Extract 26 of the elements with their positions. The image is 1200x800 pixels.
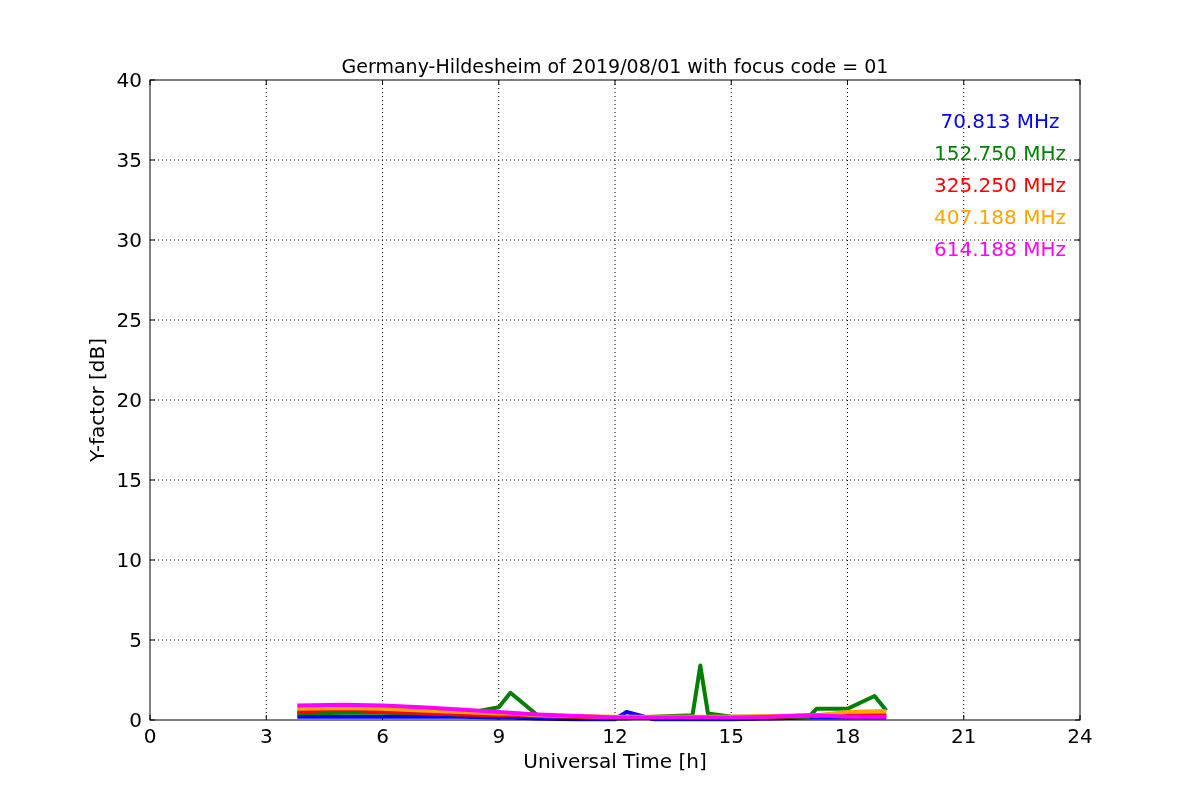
y-tick-label: 10 (116, 548, 142, 572)
x-axis-label: Universal Time [h] (523, 749, 707, 773)
x-tick-label: 0 (143, 724, 157, 748)
legend-label: 152.750 MHz (934, 141, 1066, 165)
legend-label: 407.188 MHz (934, 205, 1066, 229)
y-tick-label: 15 (116, 468, 142, 492)
chart-title: Germany-Hildesheim of 2019/08/01 with focus code = 01 (341, 55, 889, 77)
legend-label: 614.188 MHz (934, 237, 1066, 261)
x-tick-label: 18 (834, 724, 861, 748)
x-tick-label: 3 (259, 724, 273, 748)
y-tick-label: 5 (129, 628, 142, 652)
y-tick-label: 25 (116, 308, 142, 332)
y-tick-label: 30 (116, 228, 142, 252)
x-tick-label: 15 (718, 724, 744, 748)
y-tick-label: 20 (116, 388, 142, 412)
y-tick-label: 0 (129, 708, 142, 732)
x-tick-label: 6 (376, 724, 389, 748)
y-tick-label: 35 (116, 148, 142, 172)
legend-label: 325.250 MHz (934, 173, 1066, 197)
x-tick-label: 12 (602, 724, 628, 748)
legend-label: 70.813 MHz (940, 109, 1060, 133)
y-tick-label: 40 (116, 68, 142, 92)
x-tick-label: 24 (1067, 724, 1093, 748)
y-axis-label: Y-factor [dB] (85, 338, 109, 462)
x-tick-label: 21 (951, 724, 977, 748)
x-tick-label: 9 (492, 724, 506, 748)
